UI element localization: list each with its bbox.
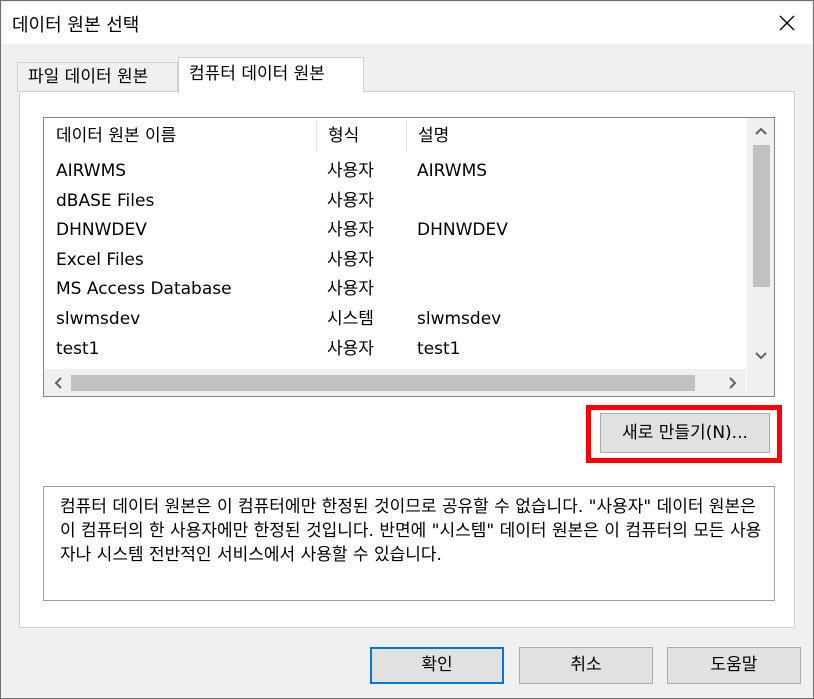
item-description: test1 [417,338,461,359]
window-title: 데이터 원본 선택 [12,15,140,36]
tab-machine-data-source[interactable]: 컴퓨터 데이터 원본 [178,57,364,93]
item-name: AIRWMS [56,161,127,181]
description-text: 컴퓨터 데이터 원본은 이 컴퓨터에만 한정된 것이므로 공유할 수 없습니다.… [60,497,762,565]
column-header-description[interactable]: 설명 [406,118,746,154]
scroll-right-button[interactable] [719,369,746,396]
help-button[interactable]: 도움말 [667,647,801,684]
close-icon [779,15,795,31]
item-name: Excel Files [56,249,144,270]
list-item[interactable]: test1 사용자 test1 [44,334,746,364]
tab-file-data-source[interactable]: 파일 데이터 원본 [17,62,178,92]
tab-panel: 데이터 원본 이름 형식 설명 AIRWMS 사용자 AIRWMS dBASE … [19,91,795,628]
list-item[interactable]: Excel Files 사용자 [44,245,746,275]
dialog-window: 데이터 원본 선택 파일 데이터 원본 컴퓨터 데이터 원본 데이터 원본 이름… [0,0,814,699]
vertical-scrollbar[interactable] [747,118,774,369]
chevron-left-icon [54,376,62,389]
new-data-source-button[interactable]: 새로 만들기(N)... [600,413,770,453]
item-type: 사용자 [327,279,374,300]
item-type: 사용자 [327,161,374,181]
list-rows: AIRWMS 사용자 AIRWMS dBASE Files 사용자 DHNWDE… [44,156,746,363]
chevron-down-icon [754,352,767,360]
scroll-up-button[interactable] [747,118,774,144]
item-type: 사용자 [327,190,374,211]
vertical-scroll-thumb[interactable] [753,145,770,287]
cancel-button[interactable]: 취소 [519,647,653,684]
item-name: MS Access Database [56,279,232,300]
chevron-up-icon [754,127,767,135]
item-description: DHNWDEV [417,220,508,241]
description-box: 컴퓨터 데이터 원본은 이 컴퓨터에만 한정된 것이므로 공유할 수 없습니다.… [43,486,775,601]
item-description: AIRWMS [417,161,488,181]
horizontal-scrollbar[interactable] [44,369,746,396]
column-header-name[interactable]: 데이터 원본 이름 [44,118,316,154]
item-type: 시스템 [327,308,374,329]
item-type: 사용자 [327,249,374,270]
list-item[interactable]: slwmsdev 시스템 slwmsdev [44,304,746,334]
data-source-list[interactable]: 데이터 원본 이름 형식 설명 AIRWMS 사용자 AIRWMS dBASE … [43,117,775,397]
item-name: dBASE Files [56,190,155,211]
ok-button[interactable]: 확인 [370,647,504,684]
chevron-right-icon [728,376,736,389]
list-item[interactable]: DHNWDEV 사용자 DHNWDEV [44,215,746,245]
item-type: 사용자 [327,220,374,241]
column-header-type[interactable]: 형식 [316,118,406,154]
title-bar: 데이터 원본 선택 [2,2,812,44]
scroll-left-button[interactable] [44,369,71,396]
list-item[interactable]: MS Access Database 사용자 [44,274,746,304]
item-name: DHNWDEV [56,220,147,241]
list-item[interactable]: AIRWMS 사용자 AIRWMS [44,156,746,186]
scroll-down-button[interactable] [747,343,774,369]
horizontal-scroll-thumb[interactable] [71,375,695,391]
item-type: 사용자 [327,338,374,359]
list-item[interactable]: dBASE Files 사용자 [44,186,746,216]
item-name: slwmsdev [56,308,141,329]
close-button[interactable] [772,10,802,36]
item-name: test1 [56,338,100,359]
list-header: 데이터 원본 이름 형식 설명 [44,118,746,154]
scrollbar-corner [747,369,774,396]
item-description: slwmsdev [417,308,502,329]
